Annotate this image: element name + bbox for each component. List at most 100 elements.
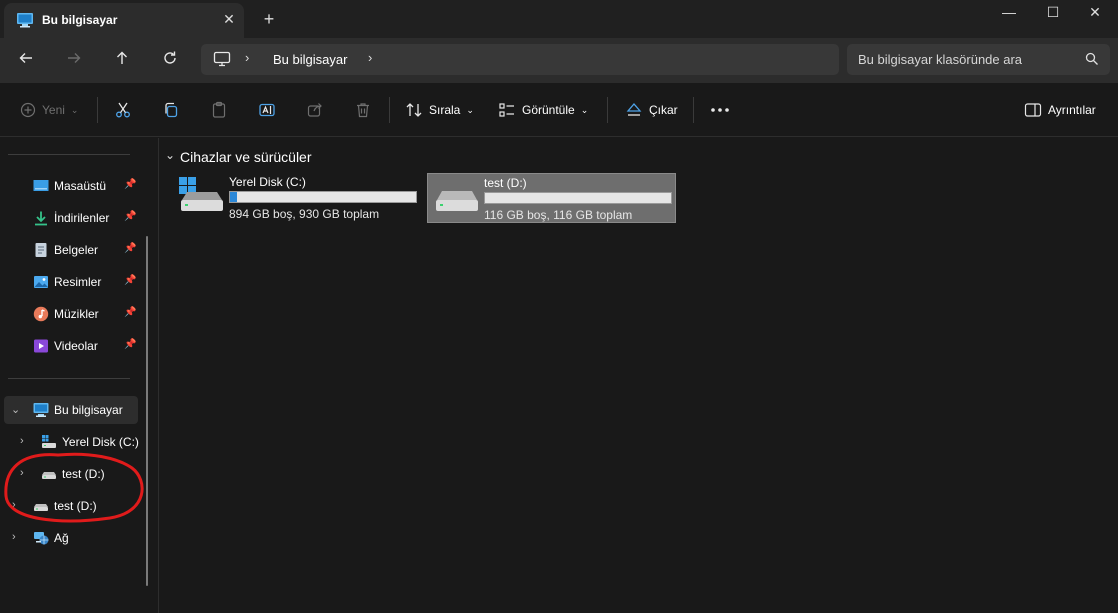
new-tab-button[interactable]: +: [258, 9, 280, 31]
sidebar-item-muzikler[interactable]: Müzikler 📌: [0, 300, 140, 328]
back-button[interactable]: [11, 46, 41, 74]
sidebar-item-test-d[interactable]: › test (D:): [0, 460, 140, 488]
eject-label: Çıkar: [649, 103, 678, 117]
sidebar-item-resimler[interactable]: Resimler 📌: [0, 268, 140, 296]
delete-button[interactable]: [354, 96, 372, 124]
sort-icon: [406, 103, 422, 117]
sidebar-item-videolar[interactable]: Videolar 📌: [0, 332, 140, 360]
cut-button[interactable]: [114, 96, 132, 124]
tab-title: Bu bilgisayar: [42, 13, 118, 27]
search-placeholder: Bu bilgisayar klasöründe ara: [858, 52, 1023, 67]
eject-icon: [626, 103, 642, 116]
windows-drive-icon: [179, 177, 225, 216]
downloads-icon: [33, 210, 49, 226]
pin-icon[interactable]: 📌: [124, 211, 136, 222]
chevron-down-icon: ⌄: [466, 104, 474, 115]
windows-drive-icon: [41, 434, 57, 450]
separator: [693, 97, 694, 123]
up-button[interactable]: [107, 46, 137, 74]
chevron-down-icon[interactable]: ⌄: [11, 403, 20, 416]
drive-usage-bar: [484, 192, 672, 204]
sidebar-item-masaustu[interactable]: Masaüstü 📌: [0, 172, 140, 200]
close-window-button[interactable]: ✕: [1072, 0, 1118, 30]
breadcrumb-chevron-icon[interactable]: ›: [245, 50, 249, 65]
more-icon: [711, 108, 729, 112]
more-options-button[interactable]: [710, 96, 730, 124]
breadcrumb-chevron-icon[interactable]: ›: [368, 50, 372, 65]
computer-icon: [16, 12, 34, 31]
pin-icon[interactable]: 📌: [124, 179, 136, 190]
chevron-down-icon: ⌄: [70, 104, 79, 115]
view-label: Görüntüle: [522, 103, 575, 117]
pin-icon[interactable]: 📌: [124, 275, 136, 286]
pin-icon[interactable]: 📌: [124, 243, 136, 254]
drive-tile-d[interactable]: test (D:) 116 GB boş, 116 GB toplam: [427, 173, 676, 223]
drive-tile-c[interactable]: Yerel Disk (C:) 894 GB boş, 930 GB topla…: [173, 173, 422, 223]
sort-label: Sırala: [429, 103, 461, 117]
sidebar-item-belgeler[interactable]: Belgeler 📌: [0, 236, 140, 264]
new-label: Yeni: [42, 103, 65, 117]
tab-bu-bilgisayar[interactable]: Bu bilgisayar ✕: [4, 3, 244, 38]
sidebar-item-label: Belgeler: [54, 243, 99, 257]
details-button[interactable]: Ayrıntılar: [1024, 96, 1096, 124]
sidebar-scrollbar[interactable]: [146, 236, 148, 586]
sidebar-item-bu-bilgisayar[interactable]: ⌄ Bu bilgisayar: [4, 396, 138, 424]
copy-icon: [165, 102, 178, 118]
sort-button[interactable]: Sırala ⌄: [405, 96, 474, 124]
share-button[interactable]: [306, 96, 324, 124]
drive-icon: [41, 466, 57, 482]
breadcrumb-bu-bilgisayar[interactable]: Bu bilgisayar: [273, 52, 347, 67]
search-input[interactable]: Bu bilgisayar klasöründe ara: [847, 44, 1110, 75]
sidebar-item-label: Müzikler: [54, 307, 99, 321]
address-bar[interactable]: › Bu bilgisayar ›: [201, 44, 839, 75]
sidebar-divider: [8, 378, 130, 379]
chevron-right-icon[interactable]: ›: [20, 435, 24, 447]
music-icon: [33, 306, 49, 322]
pin-icon[interactable]: 📌: [124, 339, 136, 350]
drive-usage-bar: [229, 191, 417, 203]
chevron-right-icon[interactable]: ›: [12, 499, 16, 511]
navigation-bar: › Bu bilgisayar › Bu bilgisayar klasörün…: [0, 38, 1118, 83]
drive-usage-fill: [230, 192, 238, 202]
file-view: ⌄ Cihazlar ve sürücüler Yerel Disk (C:) …: [159, 138, 1118, 613]
rename-button[interactable]: [258, 96, 276, 124]
separator: [97, 97, 98, 123]
maximize-button[interactable]: ☐: [1030, 0, 1076, 30]
refresh-button[interactable]: [155, 46, 185, 74]
view-button[interactable]: Görüntüle ⌄: [498, 96, 588, 124]
refresh-icon: [164, 51, 176, 64]
copy-button[interactable]: [162, 96, 180, 124]
videos-icon: [33, 338, 49, 354]
sidebar-item-indirilenler[interactable]: İndirilenler 📌: [0, 204, 140, 232]
paste-button[interactable]: [210, 96, 228, 124]
chevron-down-icon[interactable]: ⌄: [165, 148, 175, 162]
sidebar-item-label: Yerel Disk (C:): [62, 435, 139, 449]
chevron-right-icon[interactable]: ›: [20, 467, 24, 479]
desktop-icon: [33, 178, 49, 194]
minimize-button[interactable]: —: [986, 0, 1032, 30]
sidebar-item-label: test (D:): [54, 499, 97, 513]
chevron-right-icon[interactable]: ›: [12, 531, 16, 543]
title-bar: Bu bilgisayar ✕ + — ☐ ✕: [0, 0, 1118, 38]
add-circle-icon: [20, 102, 36, 118]
sidebar-item-label: Bu bilgisayar: [54, 403, 123, 417]
sidebar-item-ag[interactable]: › Ağ: [0, 524, 140, 552]
chevron-down-icon: ⌄: [580, 104, 589, 115]
drive-icon: [434, 178, 480, 217]
documents-icon: [33, 242, 49, 258]
new-button[interactable]: Yeni ⌄: [20, 96, 78, 124]
network-icon: [33, 530, 49, 546]
sidebar-item-label: Ağ: [54, 531, 69, 545]
up-arrow-icon: [117, 51, 127, 64]
forward-button[interactable]: [59, 46, 89, 74]
pin-icon[interactable]: 📌: [124, 307, 136, 318]
sidebar-item-label: test (D:): [62, 467, 105, 481]
rename-icon: [259, 103, 275, 117]
eject-button[interactable]: Çıkar: [625, 96, 678, 124]
share-icon: [307, 103, 322, 117]
close-tab-icon[interactable]: ✕: [220, 10, 238, 28]
sidebar-item-test-d-duplicate[interactable]: › test (D:): [0, 492, 140, 520]
forward-arrow-icon: [68, 53, 81, 63]
sidebar-item-yerel-disk-c[interactable]: › Yerel Disk (C:): [0, 428, 140, 456]
search-icon[interactable]: [1085, 52, 1099, 69]
